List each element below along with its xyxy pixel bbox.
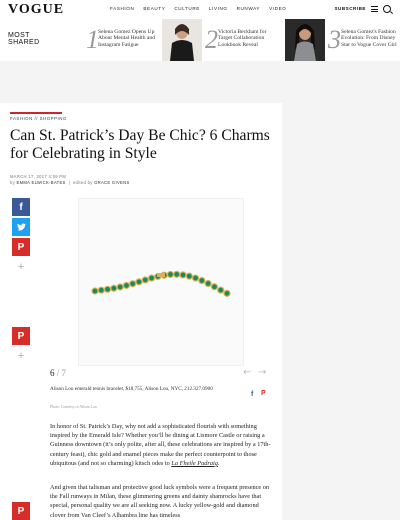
- image-credit: Photo: Courtesy of Alison Lou: [50, 405, 97, 409]
- article-kicker[interactable]: FASHION // SHOPPING: [10, 116, 67, 121]
- gallery-current: 6: [50, 368, 55, 378]
- most-shared-title: Selena Gomez Opens Up About Mental Healt…: [98, 29, 156, 48]
- pinterest-icon[interactable]: P: [261, 390, 266, 397]
- arrow-left-icon[interactable]: ←: [243, 368, 254, 378]
- twitter-share-button[interactable]: [12, 218, 30, 236]
- article: FASHION // SHOPPING Can St. Patrick’s Da…: [0, 103, 282, 520]
- most-shared-title: Selena Gomez's Fashion Evolution: From D…: [341, 29, 397, 48]
- facebook-share-button[interactable]: f: [12, 198, 30, 216]
- most-shared-thumbnail: [162, 19, 202, 61]
- ad-space: [0, 61, 400, 103]
- pinterest-share-button[interactable]: P: [12, 238, 30, 256]
- article-headline: Can St. Patrick’s Day Be Chic? 6 Charms …: [10, 127, 270, 162]
- most-shared-number: 2: [205, 25, 218, 54]
- nav-item-fashion[interactable]: FASHION: [110, 6, 134, 11]
- nav-item-beauty[interactable]: BEAUTY: [143, 6, 165, 11]
- author-link[interactable]: EMMA ELWICK-BATES: [17, 180, 66, 185]
- top-nav: VOGUE FASHION BEAUTY CULTURE LIVING RUNW…: [0, 0, 400, 20]
- most-shared-label: MOST SHARED: [8, 32, 40, 46]
- gallery-total: / 7: [56, 368, 67, 378]
- gallery-counter: 6 / 7: [50, 368, 66, 378]
- bracelet-image: [91, 270, 231, 297]
- article-link[interactable]: La Fheile Padraig: [171, 460, 218, 467]
- article-date: MARCH 17, 2017 4:59 PM: [10, 174, 67, 179]
- most-shared-strip: MOST SHARED 1 Selena Gomez Opens Up Abou…: [0, 19, 400, 62]
- main-nav: FASHION BEAUTY CULTURE LIVING RUNWAY VID…: [110, 6, 286, 11]
- facebook-icon[interactable]: f: [251, 391, 253, 398]
- menu-icon[interactable]: [371, 6, 378, 12]
- pinterest-share-button[interactable]: P: [12, 327, 30, 345]
- nav-item-video[interactable]: VIDEO: [269, 6, 286, 11]
- most-shared-number: 3: [328, 25, 341, 54]
- subscribe-link[interactable]: SUBSCRIBE: [334, 6, 366, 11]
- most-shared-title: Victoria Beckham for Target Collaboratio…: [218, 29, 267, 48]
- arrow-right-icon[interactable]: →: [258, 368, 269, 378]
- pinterest-icon: P: [17, 505, 25, 517]
- gallery-arrows: ← →: [243, 368, 269, 378]
- nav-item-culture[interactable]: CULTURE: [174, 6, 200, 11]
- image-caption: Alison Lou emerald tennis bracelet, $18,…: [50, 386, 213, 392]
- most-shared-thumbnail: [285, 19, 325, 61]
- editor-link[interactable]: GRACE GIVENS: [94, 180, 129, 185]
- kicker-rule: [10, 112, 62, 114]
- more-share-button[interactable]: +: [12, 347, 30, 365]
- facebook-icon: f: [19, 201, 23, 213]
- search-icon[interactable]: [383, 5, 391, 13]
- pinterest-icon: P: [17, 330, 25, 342]
- vogue-logo[interactable]: VOGUE: [8, 2, 64, 18]
- twitter-icon: [16, 223, 26, 231]
- pinterest-icon: P: [17, 241, 25, 253]
- article-paragraph: In honor of St. Patrick’s Day, why not a…: [50, 423, 271, 467]
- plus-icon: +: [17, 261, 25, 273]
- nav-item-runway[interactable]: RUNWAY: [237, 6, 261, 11]
- article-byline: by EMMA ELWICK-BATES | edited by GRACE G…: [10, 180, 130, 185]
- more-share-button[interactable]: +: [12, 258, 30, 276]
- nav-item-living[interactable]: LIVING: [209, 6, 228, 11]
- article-paragraph: And given that talisman and protective g…: [50, 484, 270, 519]
- gallery-image[interactable]: [78, 198, 244, 366]
- right-rail: [282, 103, 400, 520]
- pinterest-share-button[interactable]: P: [12, 502, 30, 520]
- plus-icon: +: [17, 350, 25, 362]
